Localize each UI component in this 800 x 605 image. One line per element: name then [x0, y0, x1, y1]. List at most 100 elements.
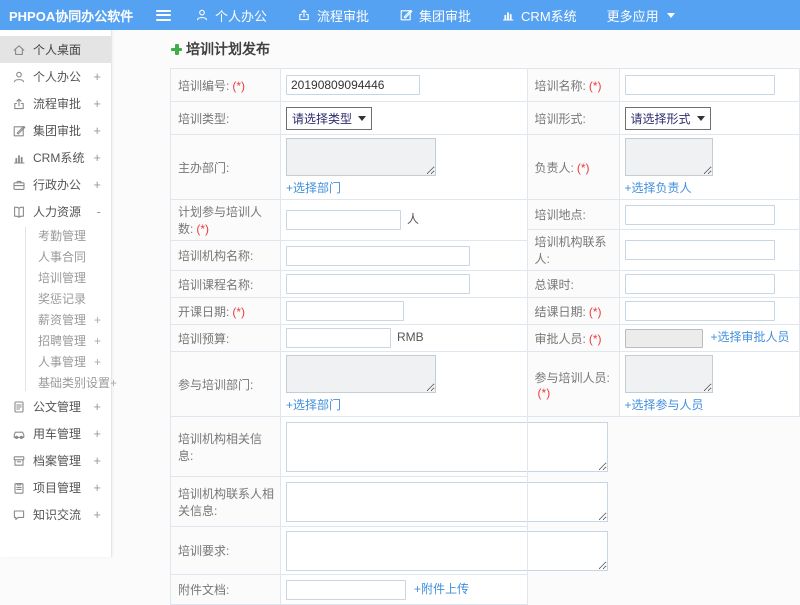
org-name-input[interactable]	[286, 245, 470, 266]
field-label-org-info: 培训机构相关信息:	[170, 416, 281, 477]
org-info-textarea[interactable]	[286, 421, 608, 472]
sidebar-item-recruit-mgmt[interactable]: 招聘管理 +	[0, 330, 111, 351]
sidebar-item-reward-punishment[interactable]: 奖惩记录	[0, 288, 111, 309]
field-cell-training-form: 请选择形式	[618, 101, 800, 135]
expand-icon[interactable]: +	[93, 453, 101, 468]
nav-item-workflow-approval[interactable]: 流程审批	[297, 6, 369, 25]
field-cell-participants: +选择参与人员	[618, 351, 800, 417]
sidebar-item-human-resources[interactable]: 人力资源 -	[0, 198, 111, 225]
sidebar-subitem-label: 招聘管理	[38, 334, 87, 348]
field-suffix: 人	[407, 212, 420, 227]
sidebar-item-knowledge-exchange[interactable]: 知识交流 +	[0, 501, 111, 528]
select-value: 请选择形式	[630, 111, 691, 126]
planned-participants-input[interactable]	[286, 210, 401, 230]
expand-icon[interactable]: +	[94, 334, 101, 348]
budget-input[interactable]	[286, 328, 391, 348]
form-row-org-contact: 培训机构联系人:	[526, 229, 800, 271]
chat-icon	[12, 508, 26, 522]
form-row-training-number: 培训编号: (*)	[170, 68, 528, 102]
expand-icon[interactable]: +	[94, 355, 101, 369]
field-label-text: 培训机构名称:	[178, 249, 254, 263]
field-label-text: 培训机构相关信息:	[178, 431, 263, 463]
participants-textarea[interactable]	[624, 355, 713, 393]
sidebar-item-hr-contract[interactable]: 人事合同	[0, 246, 111, 267]
sidebar-item-crm-system[interactable]: CRM系统 +	[0, 144, 111, 171]
top-nav: 个人办公 流程审批 集团审批 CRM系统 更多应用	[195, 6, 705, 25]
sidebar-item-personal-desktop[interactable]: 个人桌面	[0, 36, 111, 63]
expand-icon[interactable]: +	[93, 150, 101, 165]
field-label-location: 培训地点:	[526, 199, 620, 230]
field-cell-org-contact	[618, 229, 800, 271]
participants-link[interactable]: +选择参与人员	[625, 396, 704, 413]
sidebar-item-training-mgmt[interactable]: 培训管理	[0, 267, 111, 288]
expand-icon[interactable]: +	[93, 399, 101, 414]
training-name-input[interactable]	[624, 75, 775, 95]
caret-down-icon	[696, 115, 705, 121]
location-input[interactable]	[624, 204, 775, 225]
sidebar-item-workflow-approval[interactable]: 流程审批 +	[0, 90, 111, 117]
expand-icon[interactable]: +	[93, 480, 101, 495]
start-date-input[interactable]	[286, 301, 404, 321]
attachment-link[interactable]: +附件上传	[414, 582, 469, 596]
approvers-input[interactable]	[624, 328, 703, 348]
host-department-link[interactable]: +选择部门	[286, 179, 341, 196]
expand-icon[interactable]: +	[93, 123, 101, 138]
form-table-right: 培训名称: (*) 培训形式: 请选择形式 负责人: (*) +选择负责人 培训地点: 培训机构…	[526, 68, 800, 417]
form-row-org-name: 培训机构名称:	[170, 240, 528, 271]
sidebar-item-document-mgmt[interactable]: 公文管理 +	[0, 393, 111, 420]
expand-icon[interactable]: +	[93, 426, 101, 441]
sidebar-item-attendance-mgmt[interactable]: 考勤管理	[0, 225, 111, 246]
sidebar-item-personnel-mgmt[interactable]: 人事管理 +	[0, 351, 111, 372]
participating-departments-textarea[interactable]	[286, 355, 436, 393]
training-number-input[interactable]	[286, 75, 420, 95]
sidebar-item-admin-office[interactable]: 行政办公 +	[0, 171, 111, 198]
sidebar: 个人桌面 个人办公 + 流程审批 + 集团审批 + CRM系统 + 行政办公 + 人力资源 - 考勤管理人…	[0, 30, 117, 557]
form-left-body: 培训编号:(*)培训类型:请选择类型主办部门:+选择部门计划参与培训人数:(*)…	[170, 68, 608, 605]
participating-departments-link[interactable]: +选择部门	[286, 396, 341, 413]
field-label-org-contact-info: 培训机构联系人相关信息:	[170, 476, 281, 527]
org-contact-info-textarea[interactable]	[286, 481, 608, 522]
sidebar-item-base-category-settings[interactable]: 基础类别设置 +	[0, 372, 117, 393]
approvers-link[interactable]: +选择审批人员	[711, 330, 790, 344]
attachment-input[interactable]	[286, 579, 406, 600]
nav-item-crm-system[interactable]: CRM系统	[501, 6, 577, 25]
leader-link[interactable]: +选择负责人	[625, 179, 692, 196]
collapse-icon[interactable]: -	[97, 204, 101, 219]
training-requirements-textarea[interactable]	[286, 530, 608, 571]
expand-icon[interactable]: +	[93, 69, 101, 84]
end-date-input[interactable]	[624, 301, 775, 321]
chart-icon	[501, 8, 515, 22]
field-label-text: 培训名称:	[534, 78, 586, 93]
training-form-select[interactable]: 请选择形式	[624, 106, 711, 130]
nav-item-personal-office[interactable]: 个人办公	[195, 6, 267, 25]
sidebar-item-archive-mgmt[interactable]: 档案管理 +	[0, 447, 111, 474]
expand-icon[interactable]: +	[94, 313, 101, 327]
course-name-input[interactable]	[286, 274, 470, 294]
host-department-textarea[interactable]	[286, 138, 436, 176]
total-hours-input[interactable]	[624, 274, 775, 294]
sidebar-item-vehicle-mgmt[interactable]: 用车管理 +	[0, 420, 111, 447]
org-contact-input[interactable]	[624, 240, 775, 260]
leader-textarea[interactable]	[624, 138, 713, 176]
field-label-text: 培训地点:	[534, 208, 586, 222]
sidebar-item-group-approval[interactable]: 集团审批 +	[0, 117, 111, 144]
training-type-select[interactable]: 请选择类型	[286, 106, 373, 130]
nav-item-group-approval[interactable]: 集团审批	[399, 6, 471, 25]
form-row-org-contact-info: 培训机构联系人相关信息:	[170, 476, 608, 527]
sidebar-item-project-mgmt[interactable]: 项目管理 +	[0, 474, 111, 501]
book-icon	[12, 205, 26, 219]
expand-icon[interactable]: +	[93, 177, 101, 192]
expand-icon[interactable]: +	[93, 96, 101, 111]
sidebar-item-personal-office[interactable]: 个人办公 +	[0, 63, 111, 90]
nav-item-more-apps[interactable]: 更多应用	[607, 6, 675, 25]
user-icon	[195, 8, 209, 22]
training-plan-form: 培训编号:(*)培训类型:请选择类型主办部门:+选择部门计划参与培训人数:(*)…	[170, 68, 800, 605]
hamburger-menu-icon[interactable]	[156, 7, 171, 23]
form-row-planned-participants: 计划参与培训人数: (*) 人	[170, 199, 528, 241]
field-label-attachment: 附件文档:	[170, 574, 281, 605]
expand-icon[interactable]: +	[93, 507, 101, 522]
flow-icon	[297, 8, 311, 22]
field-label-text: 开课日期:	[178, 304, 230, 319]
expand-icon[interactable]: +	[110, 376, 117, 390]
sidebar-item-salary-mgmt[interactable]: 薪资管理 +	[0, 309, 111, 330]
